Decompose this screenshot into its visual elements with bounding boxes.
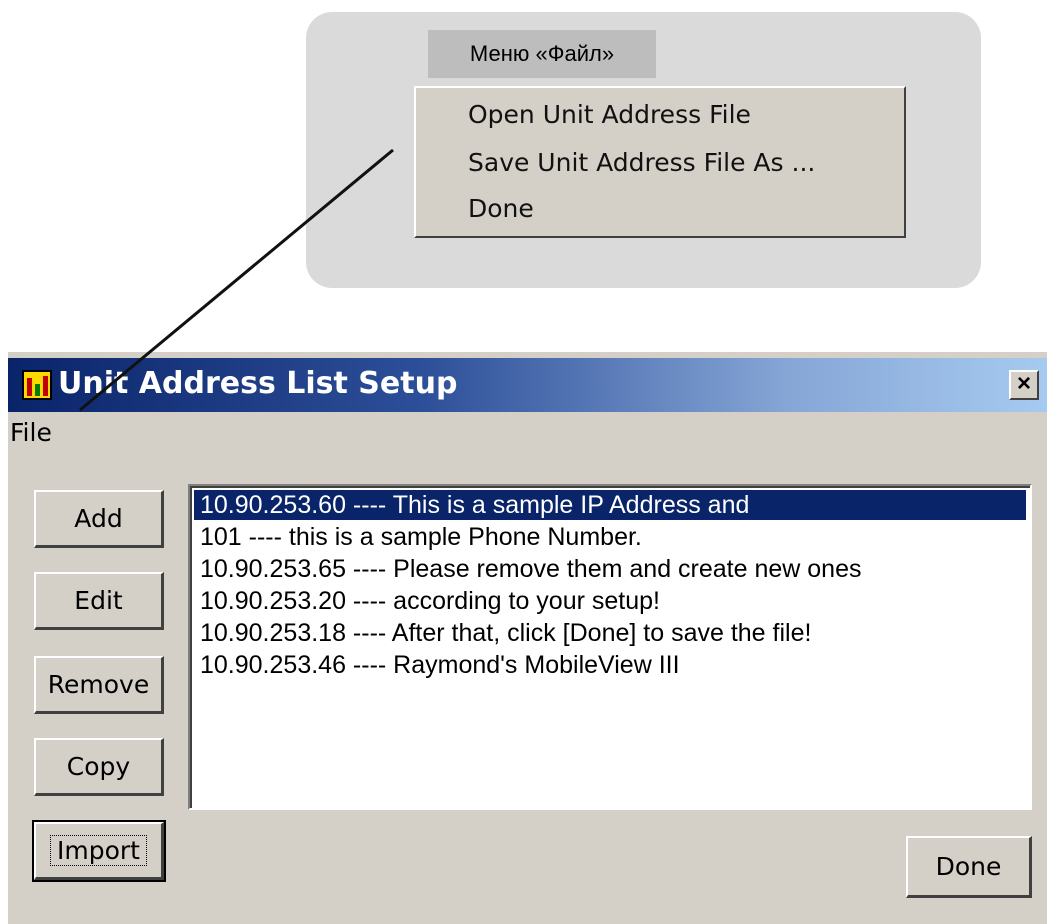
- window-title: Unit Address List Setup: [58, 366, 458, 401]
- menu-item-done[interactable]: Done: [468, 194, 534, 223]
- list-item[interactable]: 10.90.253.65 ---- Please remove them and…: [194, 554, 1026, 584]
- app-icon: [22, 370, 52, 400]
- file-menu-popup: Open Unit Address File Save Unit Address…: [414, 86, 906, 238]
- add-button-label: Add: [74, 504, 123, 533]
- import-button-label: Import: [50, 835, 147, 866]
- menu-item-open[interactable]: Open Unit Address File: [468, 100, 751, 129]
- menu-item-save-as[interactable]: Save Unit Address File As ...: [468, 148, 815, 177]
- remove-button[interactable]: Remove: [34, 656, 164, 714]
- done-button-label: Done: [935, 852, 1002, 881]
- list-item[interactable]: 10.90.253.46 ---- Raymond's MobileView I…: [194, 650, 1026, 680]
- title-bar: Unit Address List Setup ×: [8, 358, 1047, 412]
- copy-button[interactable]: Copy: [34, 738, 164, 796]
- edit-button-label: Edit: [74, 586, 123, 615]
- import-button[interactable]: Import: [32, 820, 166, 882]
- add-button[interactable]: Add: [34, 490, 164, 548]
- list-item[interactable]: 10.90.253.60 ---- This is a sample IP Ad…: [194, 490, 1026, 520]
- list-item[interactable]: 101 ---- this is a sample Phone Number.: [194, 522, 1026, 552]
- list-item[interactable]: 10.90.253.18 ---- After that, click [Don…: [194, 618, 1026, 648]
- done-button[interactable]: Done: [906, 836, 1032, 898]
- close-icon[interactable]: ×: [1009, 370, 1039, 400]
- callout-label: Меню «Файл»: [428, 30, 656, 78]
- edit-button[interactable]: Edit: [34, 572, 164, 630]
- list-item[interactable]: 10.90.253.20 ---- according to your setu…: [194, 586, 1026, 616]
- remove-button-label: Remove: [47, 670, 150, 699]
- address-listbox[interactable]: 10.90.253.60 ---- This is a sample IP Ad…: [188, 484, 1032, 810]
- copy-button-label: Copy: [66, 752, 131, 781]
- unit-address-list-window: Unit Address List Setup × File Add Edit …: [8, 352, 1047, 924]
- menu-file[interactable]: File: [10, 418, 52, 447]
